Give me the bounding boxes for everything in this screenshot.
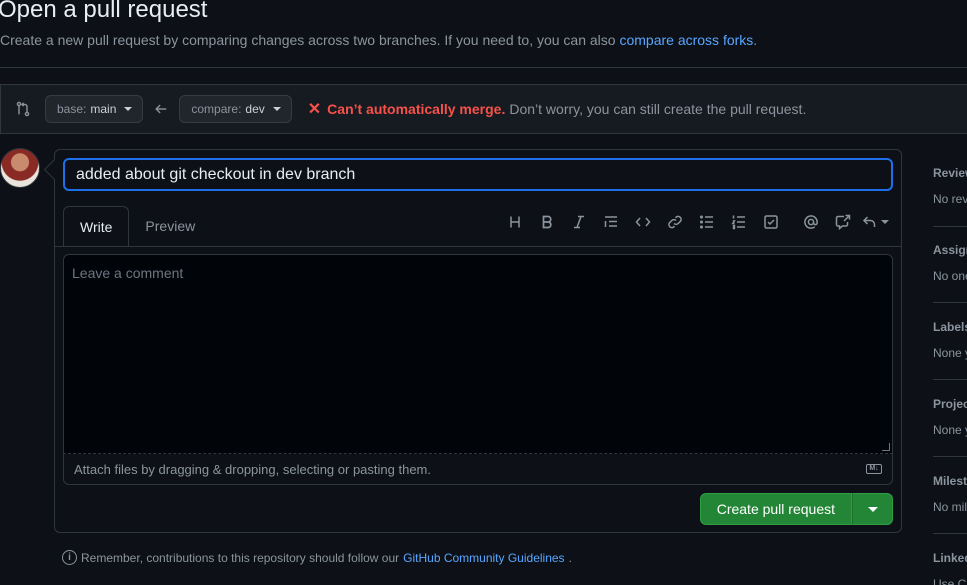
sidebar-value: None yet bbox=[933, 346, 967, 360]
sidebar-projects[interactable]: Projects None yet bbox=[933, 397, 967, 437]
file-attachment-bar[interactable]: Attach files by dragging & dropping, sel… bbox=[63, 454, 893, 485]
community-guidelines-note: i Remember, contributions to this reposi… bbox=[62, 550, 572, 565]
community-guidelines-link[interactable]: GitHub Community Guidelines bbox=[403, 551, 564, 565]
sidebar-divider bbox=[933, 226, 967, 227]
tab-write[interactable]: Write bbox=[63, 206, 130, 247]
sidebar-milestone[interactable]: Milestone No milestone bbox=[933, 474, 967, 514]
sidebar-divider bbox=[933, 533, 967, 534]
base-prefix: base: bbox=[57, 102, 87, 116]
compare-prefix: compare: bbox=[191, 102, 242, 116]
merge-status: ✕ Can’t automatically merge. Don’t worry… bbox=[308, 99, 807, 119]
resize-handle[interactable] bbox=[882, 443, 890, 451]
markdown-icon[interactable]: M↓ bbox=[866, 464, 882, 474]
x-icon: ✕ bbox=[307, 101, 322, 118]
chevron-down-icon bbox=[272, 107, 281, 111]
base-branch-name: main bbox=[90, 102, 117, 116]
chevron-down-icon bbox=[867, 506, 878, 512]
sidebar-heading: Labels bbox=[933, 320, 967, 334]
page-title: Open a pull request bbox=[0, 0, 208, 23]
sidebar-labels[interactable]: Labels None yet bbox=[933, 320, 967, 360]
pr-title-input[interactable] bbox=[63, 158, 893, 191]
sidebar-value: No one bbox=[933, 269, 967, 283]
compare-across-forks-link[interactable]: compare across forks bbox=[619, 32, 753, 48]
info-icon: i bbox=[62, 550, 77, 565]
attach-files-text: Attach files by dragging & dropping, sel… bbox=[74, 461, 431, 477]
avatar[interactable] bbox=[0, 148, 40, 188]
sidebar-heading: Assignees bbox=[933, 243, 967, 257]
mention-icon[interactable] bbox=[795, 212, 827, 232]
link-icon[interactable] bbox=[659, 212, 691, 232]
page-subtitle: Create a new pull request by comparing c… bbox=[0, 32, 757, 48]
subtitle-end: . bbox=[753, 32, 758, 48]
bold-icon[interactable] bbox=[531, 212, 563, 232]
quote-icon[interactable] bbox=[595, 212, 627, 232]
editor-tabs: Write Preview bbox=[63, 206, 211, 247]
sidebar-divider bbox=[933, 456, 967, 457]
sidebar-reviewers[interactable]: Reviewers No reviews bbox=[933, 166, 967, 206]
code-icon[interactable] bbox=[627, 212, 659, 232]
merge-status-message: Don’t worry, you can still create the pu… bbox=[509, 101, 807, 117]
sidebar-value: Use Closing keywords bbox=[933, 577, 967, 585]
merge-status-strong: Can’t automatically merge. bbox=[327, 101, 506, 117]
create-options-dropdown[interactable] bbox=[852, 493, 893, 525]
unordered-list-icon[interactable] bbox=[691, 212, 723, 232]
compare-branch-select[interactable]: compare: dev bbox=[179, 95, 292, 123]
subtitle-text: Create a new pull request by comparing c… bbox=[0, 32, 616, 48]
sidebar-assignees[interactable]: Assignees No one bbox=[933, 243, 967, 283]
header-divider bbox=[0, 67, 967, 68]
sidebar-value: None yet bbox=[933, 423, 967, 437]
pull-request-form: Write Preview Attach files by dragging &… bbox=[54, 149, 902, 533]
task-list-icon[interactable] bbox=[755, 212, 787, 232]
italic-icon[interactable] bbox=[563, 212, 595, 232]
ordered-list-icon[interactable] bbox=[723, 212, 755, 232]
sidebar-divider bbox=[933, 302, 967, 303]
branch-range-bar: base: main compare: dev ✕ Can’t automati… bbox=[0, 84, 967, 134]
compare-branch-name: dev bbox=[245, 102, 265, 116]
sidebar-heading: Projects bbox=[933, 397, 967, 411]
heading-icon[interactable] bbox=[499, 212, 531, 232]
guidelines-end: . bbox=[568, 550, 572, 565]
arrow-left-icon bbox=[153, 102, 169, 116]
tabs-divider bbox=[55, 246, 901, 247]
reply-icon[interactable] bbox=[859, 212, 891, 232]
sidebar-divider bbox=[933, 379, 967, 380]
create-pull-request-group: Create pull request bbox=[699, 493, 893, 525]
sidebar-heading: Reviewers bbox=[933, 166, 967, 180]
sidebar-heading: Milestone bbox=[933, 474, 967, 488]
base-branch-select[interactable]: base: main bbox=[45, 95, 144, 123]
sidebar-heading: Linked bbox=[933, 551, 967, 565]
sidebar-value: No reviews bbox=[933, 192, 967, 206]
chevron-down-icon bbox=[124, 107, 133, 111]
compare-arrows-icon bbox=[15, 101, 31, 117]
guidelines-text: Remember, contributions to this reposito… bbox=[81, 550, 400, 565]
sidebar-linked[interactable]: Linked Use Closing keywords bbox=[933, 551, 967, 585]
reference-icon[interactable] bbox=[827, 212, 859, 232]
markdown-toolbar bbox=[499, 212, 891, 232]
sidebar-value: No milestone bbox=[933, 500, 967, 514]
create-pull-request-button[interactable]: Create pull request bbox=[699, 493, 852, 525]
pr-sidebar: Reviewers No reviews Assignees No one La… bbox=[933, 152, 967, 585]
tab-preview[interactable]: Preview bbox=[129, 206, 211, 246]
comment-editor bbox=[63, 254, 893, 454]
comment-textarea[interactable] bbox=[64, 255, 892, 453]
